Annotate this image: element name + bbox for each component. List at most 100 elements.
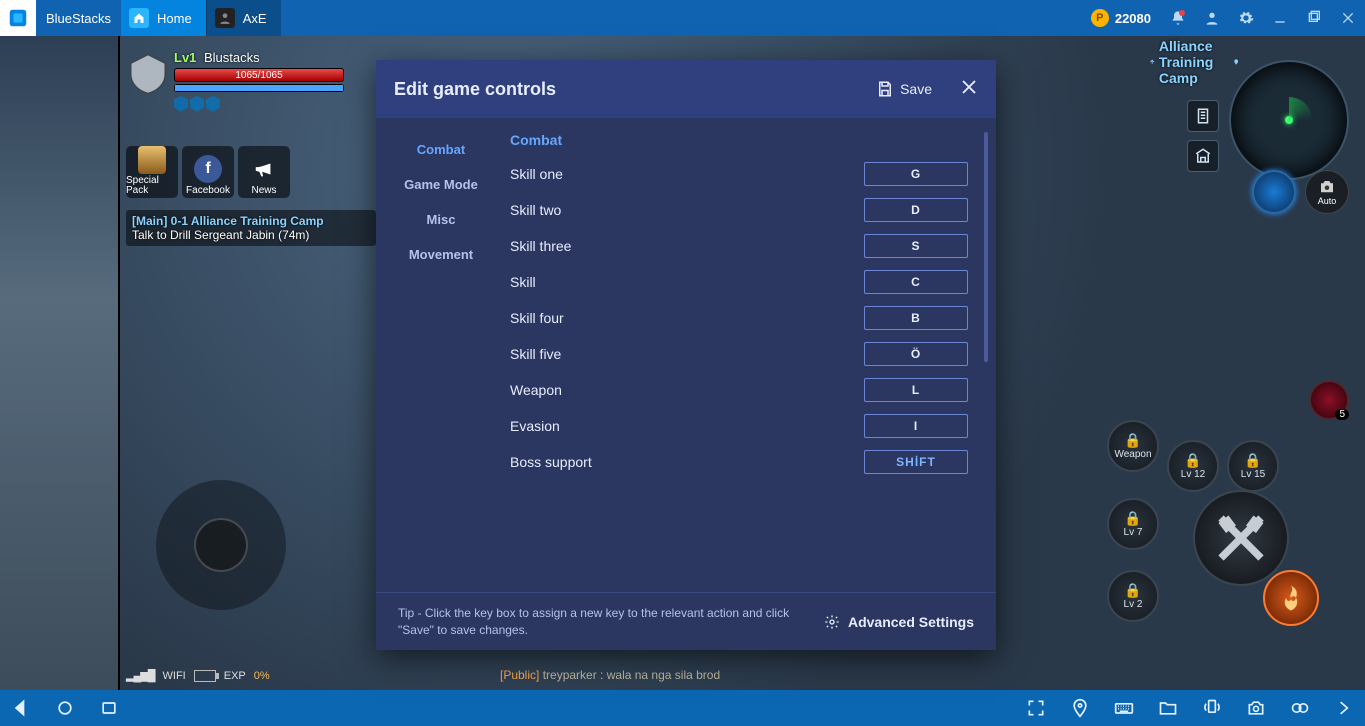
attack-button[interactable] xyxy=(1193,490,1289,586)
save-button[interactable]: Save xyxy=(876,80,932,98)
sidebar-item-gamemode[interactable]: Game Mode xyxy=(376,167,506,202)
points-display[interactable]: P 22080 xyxy=(1091,9,1151,27)
chat-line[interactable]: [Public] treyparker : wala na nga sila b… xyxy=(500,668,720,682)
minimap[interactable] xyxy=(1229,60,1349,180)
coin-icon: P xyxy=(1091,9,1109,27)
nav-back-icon[interactable] xyxy=(10,697,32,719)
player-name: Blustacks xyxy=(204,50,260,65)
location-pin-icon xyxy=(1233,55,1239,69)
notification-icon[interactable] xyxy=(1164,4,1192,32)
keybind-row: Skill fourB xyxy=(506,306,968,330)
lock-icon: 🔒 xyxy=(1124,582,1141,599)
skill-fire[interactable] xyxy=(1263,570,1319,626)
keybind-row: EvasionI xyxy=(506,414,968,438)
virtual-joystick[interactable] xyxy=(156,480,286,610)
folder-icon[interactable] xyxy=(1157,697,1179,719)
quest-objective: Talk to Drill Sergeant Jabin (74m) xyxy=(132,228,370,242)
skill-pad: 5 🔒Weapon 🔒Lv 12 🔒Lv 15 🔒Lv 7 🔒Lv 2 xyxy=(1099,380,1359,640)
fullscreen-icon[interactable] xyxy=(1025,697,1047,719)
quest-tracker[interactable]: [Main] 0-1 Alliance Training Camp Talk t… xyxy=(126,210,376,246)
orb-button[interactable] xyxy=(1252,170,1296,214)
facebook-icon: f xyxy=(194,155,222,183)
bluestacks-logo-icon xyxy=(7,7,29,29)
sidebar-item-misc[interactable]: Misc xyxy=(376,202,506,237)
tab-home-label: Home xyxy=(157,11,192,26)
keybind-input[interactable]: G xyxy=(864,162,968,186)
modal-main: Combat Skill oneGSkill twoDSkill threeSS… xyxy=(506,118,996,592)
exp-label: EXP xyxy=(224,670,246,682)
keybind-label: Skill three xyxy=(506,238,864,254)
sidebar-item-movement[interactable]: Movement xyxy=(376,237,506,272)
scrollbar[interactable] xyxy=(984,132,988,362)
screenshot-icon[interactable] xyxy=(1289,697,1311,719)
skill-lv12[interactable]: 🔒Lv 12 xyxy=(1167,440,1219,492)
close-window-icon[interactable] xyxy=(1334,4,1362,32)
scroll-icon[interactable] xyxy=(1187,100,1219,132)
expand-panel-icon[interactable] xyxy=(1333,697,1355,719)
location-icon[interactable] xyxy=(1069,697,1091,719)
keybind-input[interactable]: C xyxy=(864,270,968,294)
points-value: 22080 xyxy=(1115,11,1151,26)
lock-icon: 🔒 xyxy=(1184,452,1201,469)
keybind-label: Skill five xyxy=(506,346,864,362)
settings-icon[interactable] xyxy=(1232,4,1260,32)
camera-icon xyxy=(1318,178,1336,196)
keybind-input[interactable]: L xyxy=(864,378,968,402)
keybind-input[interactable]: Ö xyxy=(864,342,968,366)
account-icon[interactable] xyxy=(1198,4,1226,32)
close-button[interactable] xyxy=(960,78,978,101)
keybind-row: Skill fiveÖ xyxy=(506,342,968,366)
axe-tab-icon xyxy=(215,8,235,28)
keybind-input[interactable]: D xyxy=(864,198,968,222)
modal-footer: Tip - Click the key box to assign a new … xyxy=(376,592,996,650)
modal-body: Combat Game Mode Misc Movement Combat Sk… xyxy=(376,118,996,592)
bluestacks-logo[interactable] xyxy=(0,0,36,36)
lock-icon: 🔒 xyxy=(1124,432,1141,449)
edit-controls-modal: Edit game controls Save Combat Game Mode… xyxy=(376,60,996,650)
shortcut-row: Special Pack fFacebook News xyxy=(126,146,290,198)
shortcut-news[interactable]: News xyxy=(238,146,290,198)
shake-icon[interactable] xyxy=(1201,697,1223,719)
map-name[interactable]: Alliance Training Camp xyxy=(1149,38,1239,86)
home-tab-icon xyxy=(129,8,149,28)
keybind-input[interactable]: B xyxy=(864,306,968,330)
lock-icon: 🔒 xyxy=(1124,510,1141,527)
quest-title: [Main] 0-1 Alliance Training Camp xyxy=(132,214,370,228)
keybind-input[interactable]: SHİFT xyxy=(864,450,968,474)
modal-title: Edit game controls xyxy=(394,79,866,100)
minimize-icon[interactable] xyxy=(1266,4,1294,32)
nav-home-icon[interactable] xyxy=(54,697,76,719)
advanced-settings-button[interactable]: Advanced Settings xyxy=(824,614,974,630)
tab-axe-label: AxE xyxy=(243,11,267,26)
camera-icon[interactable] xyxy=(1245,697,1267,719)
tab-axe[interactable]: AxE xyxy=(206,0,281,36)
skill-lv7[interactable]: 🔒Lv 7 xyxy=(1107,498,1159,550)
temple-icon[interactable] xyxy=(1187,140,1219,172)
crossed-axes-icon xyxy=(1211,508,1271,568)
potion-button[interactable]: 5 xyxy=(1309,380,1349,420)
save-icon xyxy=(876,80,894,98)
keybind-input[interactable]: S xyxy=(864,234,968,258)
shortcut-special-pack[interactable]: Special Pack xyxy=(126,146,178,198)
skill-lv2[interactable]: 🔒Lv 2 xyxy=(1107,570,1159,622)
nav-recents-icon[interactable] xyxy=(98,697,120,719)
chat-channel: [Public] xyxy=(500,668,539,682)
sidebar-item-combat[interactable]: Combat xyxy=(376,132,506,167)
system-bar xyxy=(0,690,1365,726)
maximize-icon[interactable] xyxy=(1300,4,1328,32)
keybind-input[interactable]: I xyxy=(864,414,968,438)
modal-header: Edit game controls Save xyxy=(376,60,996,118)
signal-icon: ▂▄▆█ xyxy=(126,669,155,682)
skill-lv15[interactable]: 🔒Lv 15 xyxy=(1227,440,1279,492)
lock-icon: 🔒 xyxy=(1244,452,1261,469)
keybind-label: Skill four xyxy=(506,310,864,326)
keyboard-icon[interactable] xyxy=(1113,697,1135,719)
mp-bar xyxy=(174,84,344,92)
megaphone-icon xyxy=(250,155,278,183)
skill-weapon[interactable]: 🔒Weapon xyxy=(1107,420,1159,472)
gear-icon xyxy=(824,614,840,630)
side-buttons xyxy=(1187,100,1219,172)
auto-button[interactable]: Auto xyxy=(1305,170,1349,214)
tab-home[interactable]: Home xyxy=(121,0,206,36)
shortcut-facebook[interactable]: fFacebook xyxy=(182,146,234,198)
